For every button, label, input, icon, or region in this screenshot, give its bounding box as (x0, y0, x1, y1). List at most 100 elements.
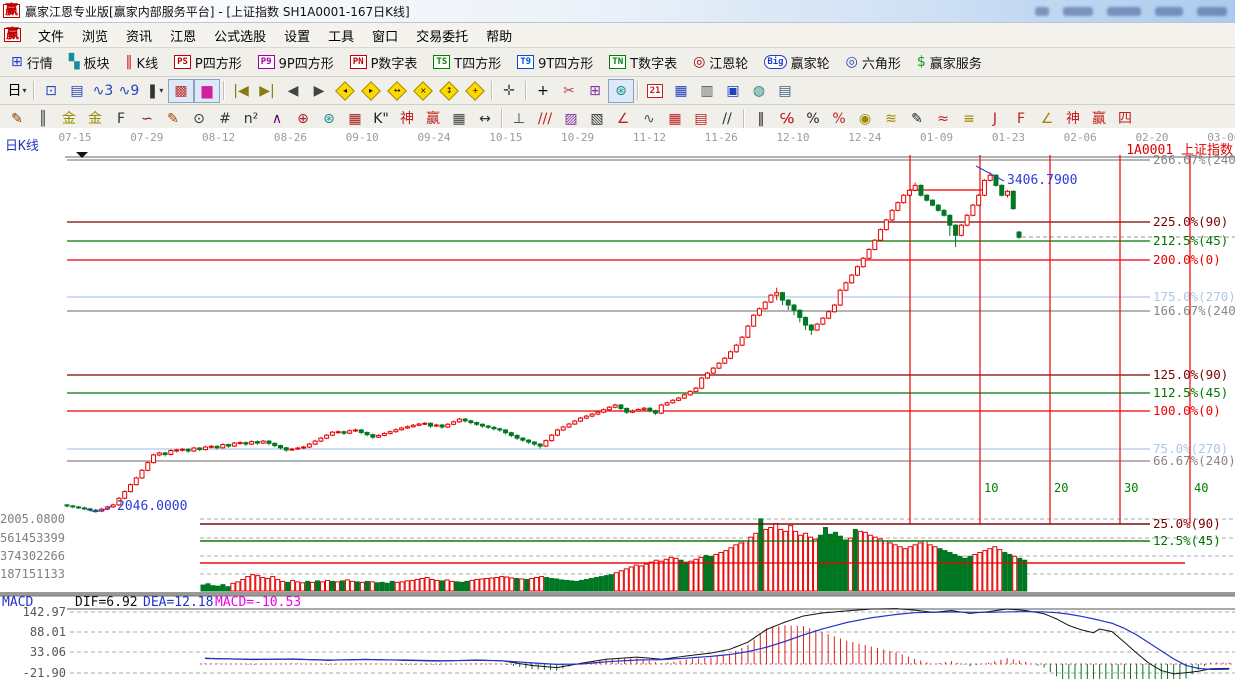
gold-angle-icon[interactable]: ∠ (1034, 107, 1060, 131)
box-diag-purple-icon[interactable]: ▨ (558, 107, 584, 131)
svg-text:07-15: 07-15 (58, 131, 91, 144)
gann-wheel-button[interactable]: ◎江恩轮 (686, 50, 755, 74)
zigzag-icon[interactable]: ∿ (636, 107, 662, 131)
wave-3-icon[interactable]: ∿3 (90, 79, 116, 103)
n-square-icon[interactable]: n² (238, 107, 264, 131)
kline-chart-canvas[interactable]: 266.67%(240)225.0%(90)212.5%(45)200.0%(0… (0, 128, 1235, 679)
angle-rays-icon[interactable]: ∠ (610, 107, 636, 131)
box-diag-dark-icon[interactable]: ▧ (584, 107, 610, 131)
save-icon[interactable]: ▣ (720, 79, 746, 103)
p9-square-button[interactable]: P99P四方形 (251, 50, 341, 74)
svg-text:166.67%(240): 166.67%(240) (1153, 303, 1235, 318)
shen-angle-icon[interactable]: 神 (1060, 107, 1086, 131)
hexagon-button[interactable]: ◎六角形 (839, 50, 908, 74)
si-angle-icon[interactable]: 四 (1112, 107, 1138, 131)
h-shrink-diamond-icon[interactable]: × (410, 79, 436, 103)
color-bars-icon[interactable]: ▆ (194, 79, 220, 103)
brush-tool-icon[interactable]: ✎ (4, 107, 30, 131)
fan-rays-icon[interactable]: /// (532, 107, 558, 131)
gold-gann-grid-icon[interactable]: 金 (56, 107, 82, 131)
f-angle-icon[interactable]: F (1008, 107, 1034, 131)
candle-style-dropdown[interactable]: ❚▾ (142, 79, 168, 103)
next-bar-icon[interactable]: ▶ (306, 79, 332, 103)
calendar-icon[interactable]: 21 (642, 79, 668, 103)
notes-icon[interactable]: ▥ (694, 79, 720, 103)
window-layout-icon[interactable]: ⊡ (38, 79, 64, 103)
pattern-box-icon[interactable]: ▩ (168, 79, 194, 103)
menu-文件[interactable]: 文件 (29, 24, 73, 47)
ying-lines-icon[interactable]: 赢 (420, 107, 446, 131)
red-grid-icon[interactable]: ▦ (662, 107, 688, 131)
menu-江恩[interactable]: 江恩 (161, 24, 205, 47)
grid-rows-icon[interactable]: ▤ (688, 107, 714, 131)
gold-waves-icon[interactable]: ≋ (878, 107, 904, 131)
hatch-lines-icon[interactable]: ║ (30, 107, 56, 131)
angle-arc-icon[interactable]: ∧ (264, 107, 290, 131)
grid-123-icon[interactable]: ▦ (446, 107, 472, 131)
ink-pen-icon[interactable]: ✎ (904, 107, 930, 131)
hand-tool-icon[interactable]: ✛ (496, 79, 522, 103)
export-web-icon[interactable]: ◍ (746, 79, 772, 103)
main-toolbar: ⊞行情▚板块‖K线PSP四方形P99P四方形PNP数字表TST四方形T99T四方… (0, 48, 1235, 77)
menu-窗口[interactable]: 窗口 (363, 24, 407, 47)
cut-tool-icon[interactable]: ✂ (556, 79, 582, 103)
grid-diamond-icon[interactable]: ▦ (342, 107, 368, 131)
zoom-reset-diamond-icon[interactable]: + (462, 79, 488, 103)
f-grid-icon[interactable]: F (108, 107, 134, 131)
menu-公式选股[interactable]: 公式选股 (205, 24, 275, 47)
menu-设置[interactable]: 设置 (275, 24, 319, 47)
percent-lines-icon[interactable]: % (826, 107, 852, 131)
p-square-button[interactable]: PSP四方形 (167, 50, 249, 74)
crosshair-icon[interactable]: + (530, 79, 556, 103)
winner-service-button[interactable]: $赢家服务 (910, 50, 989, 74)
gold-gann-grid2-icon[interactable]: 金 (82, 107, 108, 131)
calculator-icon[interactable]: ▦ (668, 79, 694, 103)
kline-button[interactable]: ‖K线 (119, 50, 166, 74)
menu-工具[interactable]: 工具 (319, 24, 363, 47)
p-number-button[interactable]: PNP数字表 (343, 50, 425, 74)
pan-right-diamond-icon[interactable]: ▸ (358, 79, 384, 103)
t-square-button[interactable]: TST四方形 (426, 50, 508, 74)
menu-浏览[interactable]: 浏览 (73, 24, 117, 47)
circle-cross-icon[interactable]: ⊕ (290, 107, 316, 131)
print-icon[interactable]: ▤ (772, 79, 798, 103)
grid-window-icon[interactable]: ⊞ (582, 79, 608, 103)
corner-tool-icon[interactable]: ⊥ (506, 107, 532, 131)
last-bar-icon[interactable]: ▶| (254, 79, 280, 103)
gold-circle-icon[interactable]: ◉ (852, 107, 878, 131)
info-doc-icon[interactable]: ▤ (64, 79, 90, 103)
parallel-lines-icon[interactable]: // (714, 107, 740, 131)
arc-tool-icon[interactable]: ∽ (134, 107, 160, 131)
pan-left-diamond-icon[interactable]: ◂ (332, 79, 358, 103)
percent-icon[interactable]: % (800, 107, 826, 131)
h-expand-diamond-icon[interactable]: ↔ (384, 79, 410, 103)
menu-交易委托[interactable]: 交易委托 (407, 24, 477, 47)
sectors-button[interactable]: ▚板块 (62, 50, 117, 74)
wave-9-icon[interactable]: ∿9 (116, 79, 142, 103)
pen-tool-icon[interactable]: ✎ (160, 107, 186, 131)
prev-bar-icon[interactable]: ◀ (280, 79, 306, 103)
menu-资讯[interactable]: 资讯 (117, 24, 161, 47)
t-number-button[interactable]: TNT数字表 (602, 50, 684, 74)
menu-帮助[interactable]: 帮助 (477, 24, 521, 47)
gold-three-icon[interactable]: ≡ (956, 107, 982, 131)
analyzer-icon[interactable]: ⊛ (608, 79, 634, 103)
percent-wave-icon[interactable]: ℅ (774, 107, 800, 131)
hash-lines-icon[interactable]: # (212, 107, 238, 131)
k-quote-icon[interactable]: K" (368, 107, 394, 131)
shen-lines-icon[interactable]: 神 (394, 107, 420, 131)
red-wave-icon[interactable]: ≈ (930, 107, 956, 131)
j-angle-icon[interactable]: J (982, 107, 1008, 131)
period-day-dropdown[interactable]: 日▾ (4, 79, 30, 103)
v-zoom-diamond-icon[interactable]: ↕ (436, 79, 462, 103)
first-bar-icon[interactable]: |◀ (228, 79, 254, 103)
ying-angle-icon[interactable]: 赢 (1086, 107, 1112, 131)
width-marker-icon[interactable]: ↔ (472, 107, 498, 131)
t9-square-button[interactable]: T99T四方形 (510, 50, 600, 74)
star-circle-icon[interactable]: ⊛ (316, 107, 342, 131)
quotes-button[interactable]: ⊞行情 (4, 50, 60, 74)
compass-icon[interactable]: ⊙ (186, 107, 212, 131)
bars-tool-icon[interactable]: ‖ (748, 107, 774, 131)
title-bar[interactable]: 赢 赢家江恩专业版[赢家内部服务平台] - [上证指数 SH1A0001-167… (0, 0, 1235, 23)
winner-wheel-button[interactable]: Big赢家轮 (757, 50, 836, 74)
